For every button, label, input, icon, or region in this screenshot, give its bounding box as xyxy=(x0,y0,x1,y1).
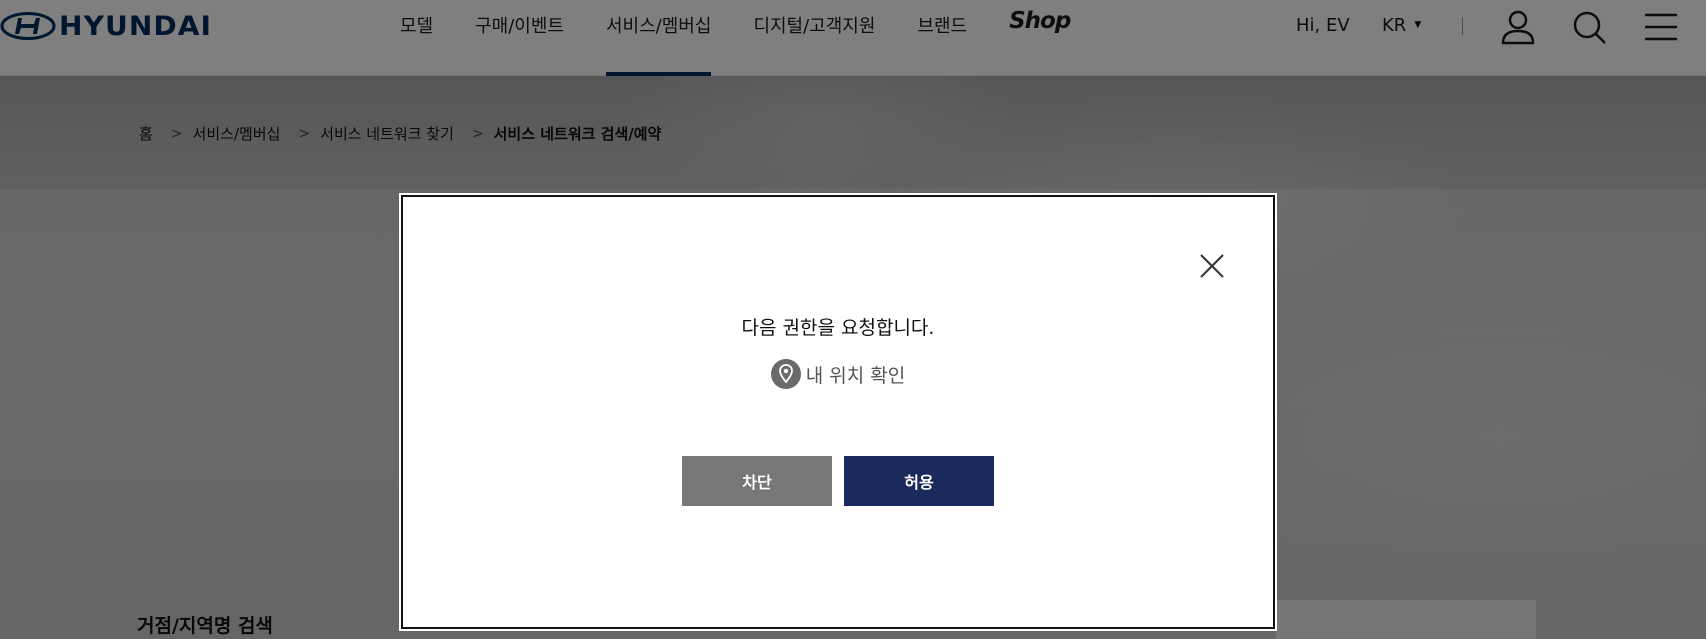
dialog-actions: 차단 허용 xyxy=(402,456,1274,506)
dialog-title: 다음 권한을 요청합니다. xyxy=(741,317,935,339)
location-pin-icon xyxy=(770,359,801,389)
permission-dialog: 다음 권한을 요청합니다. 내 위치 확인 차단 허용 xyxy=(399,193,1277,631)
close-icon[interactable] xyxy=(1197,251,1227,281)
permission-label: 내 위치 확인 xyxy=(805,364,906,387)
block-button[interactable]: 차단 xyxy=(682,456,832,506)
permission-item: 내 위치 확인 xyxy=(402,359,1274,389)
allow-button[interactable]: 허용 xyxy=(844,456,994,506)
